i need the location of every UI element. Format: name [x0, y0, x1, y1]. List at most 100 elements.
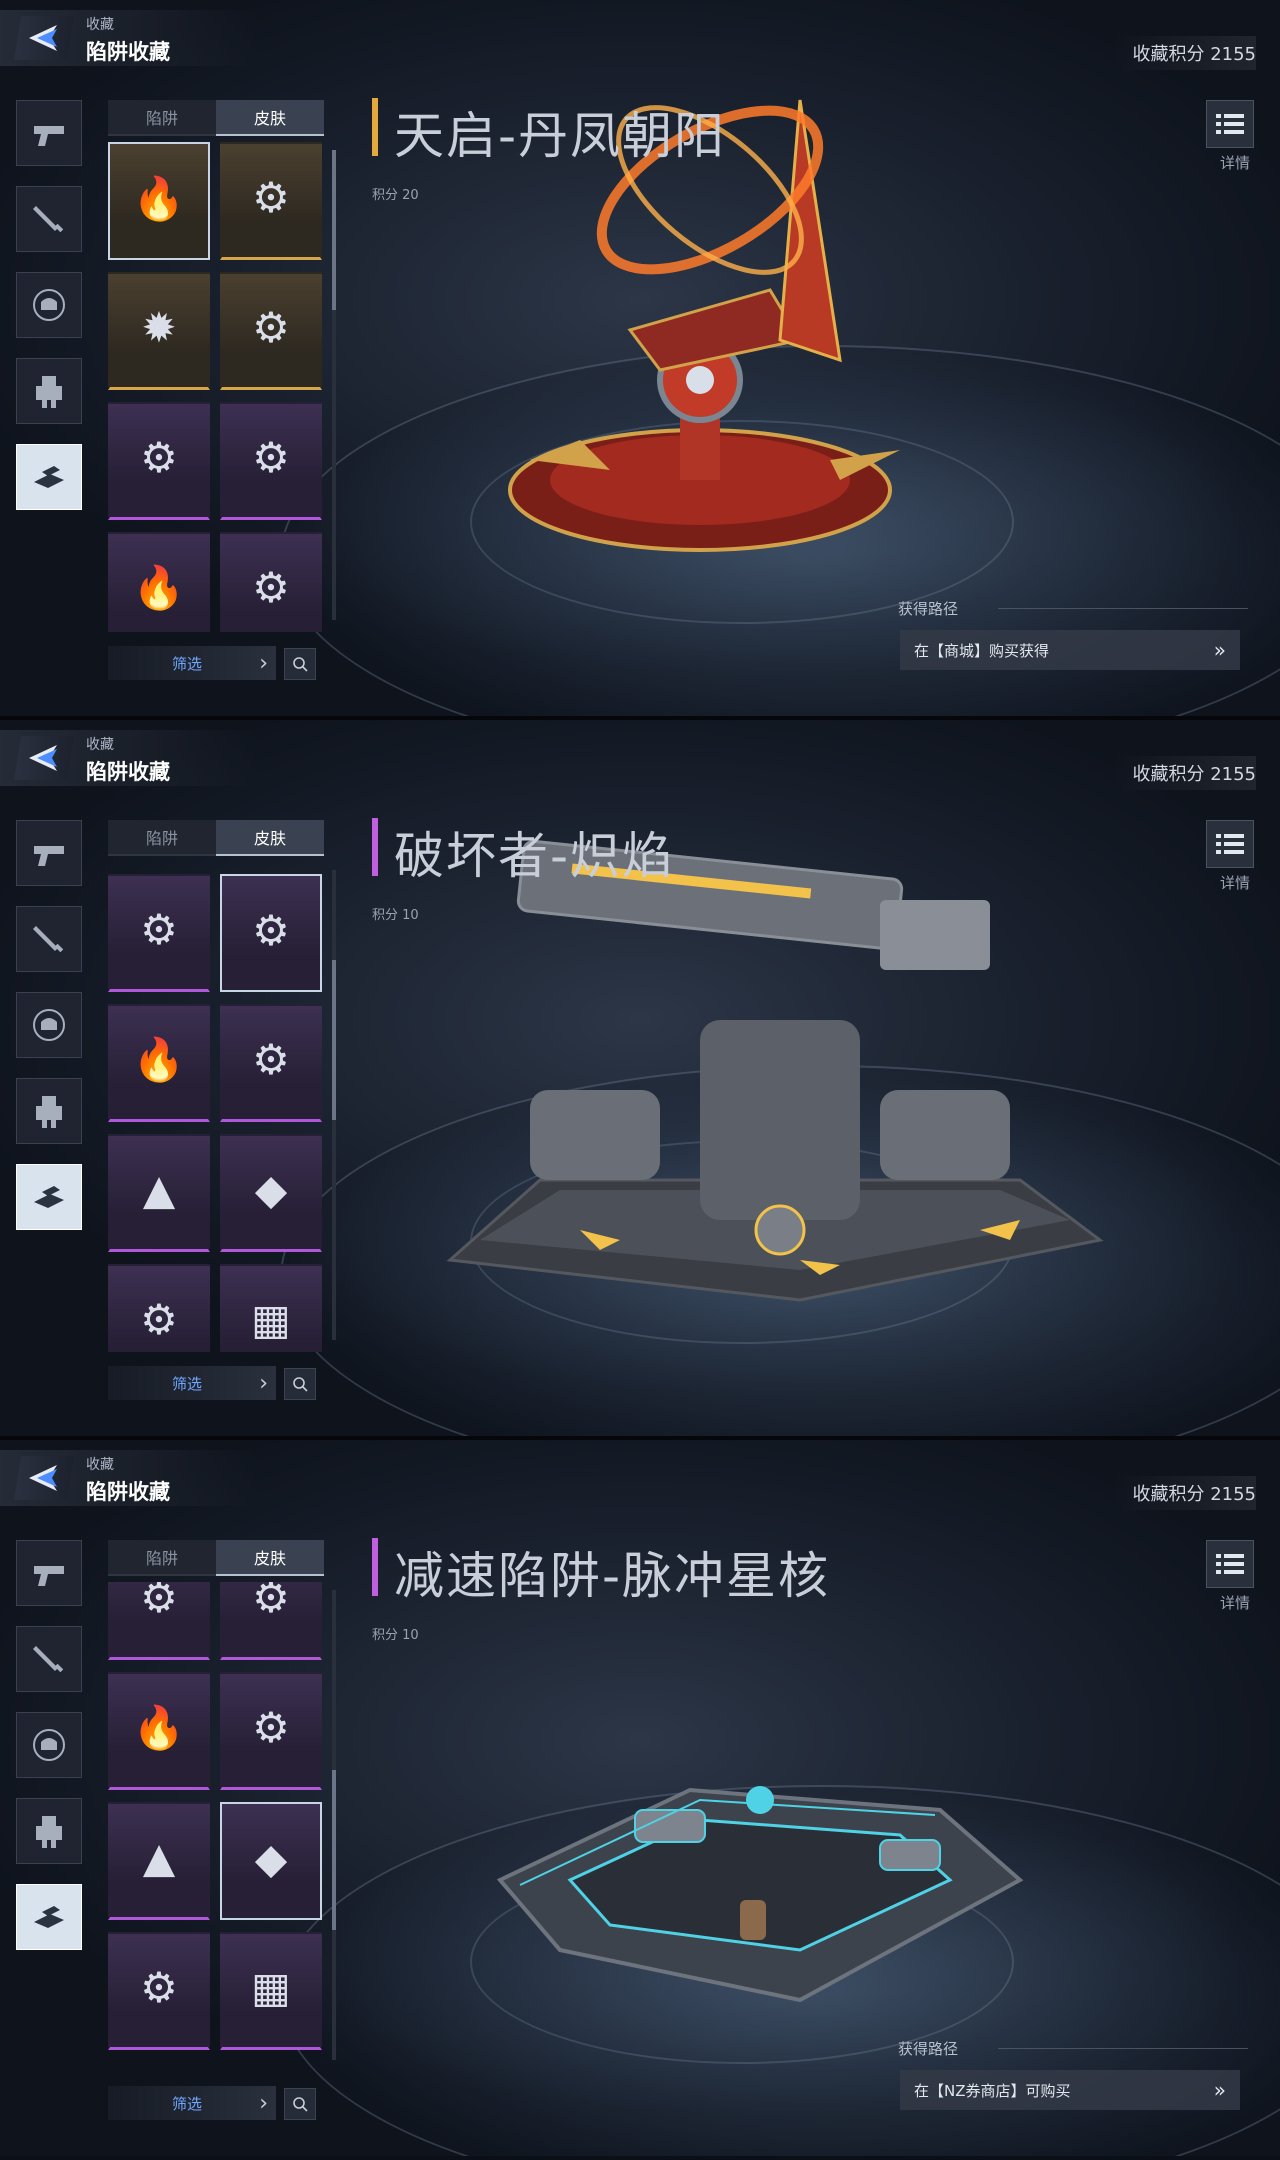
tab-skins[interactable]: 皮肤 — [216, 1540, 324, 1576]
page-title: 陷阱收藏 — [86, 40, 170, 64]
mech-icon — [36, 1816, 62, 1848]
tab-skins[interactable]: 皮肤 — [216, 820, 324, 856]
skin-card[interactable]: ✹ — [108, 272, 210, 390]
back-button[interactable] — [14, 1456, 74, 1500]
collection-panel-3: 收藏 陷阱收藏 收藏积分 2155 陷阱 皮肤 ⚙ ⚙ 🔥 ⚙ ▲ ◆ ⚙ ▦ … — [0, 1440, 1280, 2156]
skin-card[interactable]: ⚙ — [220, 402, 322, 520]
nav-item-trap[interactable] — [16, 444, 82, 510]
grid-scrollbar[interactable] — [332, 150, 336, 620]
skin-card[interactable]: 🔥 — [108, 1004, 210, 1122]
skin-card[interactable]: ⚙ — [220, 272, 322, 390]
skin-card[interactable]: 🔥 — [108, 532, 210, 632]
nav-item-character[interactable] — [16, 272, 82, 338]
acquisition-text: 在【NZ券商店】可购买 — [914, 2081, 1071, 2100]
skin-card[interactable]: ⚙ — [108, 1932, 210, 2050]
destroyer-turret-icon: ⚙ — [252, 905, 290, 955]
skin-card[interactable]: ▦ — [220, 1264, 322, 1352]
nav-item-trap[interactable] — [16, 1164, 82, 1230]
list-icon — [1216, 1554, 1244, 1574]
category-nav — [16, 1540, 84, 1970]
skin-card[interactable]: 🔥 — [108, 142, 210, 260]
filter-button[interactable]: 筛选 › — [108, 1366, 276, 1400]
skin-card[interactable]: 🔥 — [108, 1672, 210, 1790]
nav-item-mech[interactable] — [16, 1078, 82, 1144]
collection-points-total: 收藏积分 2155 — [1112, 756, 1256, 790]
claw-turret-icon: ⚙ — [252, 1703, 290, 1753]
back-arrow-icon — [29, 1465, 57, 1491]
detail-button[interactable] — [1206, 1540, 1254, 1588]
claw-turret-icon: ⚙ — [252, 1035, 290, 1085]
nav-item-mech[interactable] — [16, 1798, 82, 1864]
nav-item-character[interactable] — [16, 1712, 82, 1778]
item-points: 积分 10 — [372, 1628, 419, 1643]
nav-item-knife[interactable] — [16, 186, 82, 252]
nav-item-knife[interactable] — [16, 1626, 82, 1692]
category-nav — [16, 820, 84, 1250]
collection-tabs: 陷阱 皮肤 — [108, 100, 324, 136]
trap-icon — [34, 1186, 64, 1208]
acquisition-route[interactable]: 在【NZ券商店】可购买 » — [900, 2070, 1240, 2110]
tab-traps[interactable]: 陷阱 — [108, 100, 216, 136]
skin-card[interactable]: ⚙ — [220, 1582, 322, 1660]
search-button[interactable] — [284, 1368, 316, 1400]
acquisition-route[interactable]: 在【商城】购买获得 » — [900, 630, 1240, 670]
skin-card[interactable]: ⚙ — [108, 1264, 210, 1352]
gatling-turret-icon: ⚙ — [140, 1582, 178, 1623]
tab-skins[interactable]: 皮肤 — [216, 100, 324, 136]
character-icon — [33, 289, 65, 321]
scroll-thumb[interactable] — [332, 960, 336, 1120]
chevron-right-icon: › — [259, 2090, 268, 2116]
page-title: 陷阱收藏 — [86, 1480, 170, 1504]
back-button[interactable] — [14, 736, 74, 780]
nav-item-pistol[interactable] — [16, 100, 82, 166]
scroll-thumb[interactable] — [332, 150, 336, 310]
detail-label: 详情 — [1219, 1594, 1250, 1612]
nav-item-trap[interactable] — [16, 1884, 82, 1950]
detail-button[interactable] — [1206, 820, 1254, 868]
nav-item-mech[interactable] — [16, 358, 82, 424]
skin-card[interactable]: ⚙ — [108, 1582, 210, 1660]
nav-item-knife[interactable] — [16, 906, 82, 972]
tab-traps[interactable]: 陷阱 — [108, 820, 216, 856]
grid-scrollbar[interactable] — [332, 1590, 336, 2060]
tab-traps[interactable]: 陷阱 — [108, 1540, 216, 1576]
item-name: 破坏者-炽焰 — [394, 827, 675, 885]
skin-card[interactable]: ⚙ — [220, 532, 322, 632]
cannon-turret-icon: ⚙ — [252, 303, 290, 353]
search-button[interactable] — [284, 648, 316, 680]
pistol-icon — [34, 846, 64, 866]
gatling-turret-icon: ⚙ — [140, 433, 178, 483]
filter-button[interactable]: 筛选 › — [108, 646, 276, 680]
nav-item-character[interactable] — [16, 992, 82, 1058]
divider — [998, 2048, 1248, 2049]
skin-card[interactable]: ◆ — [220, 1134, 322, 1252]
grid-scrollbar[interactable] — [332, 870, 336, 1340]
skin-card[interactable]: ▲ — [108, 1134, 210, 1252]
skin-card[interactable]: ▦ — [220, 1932, 322, 2050]
scroll-thumb[interactable] — [332, 1770, 336, 1930]
page-title: 陷阱收藏 — [86, 760, 170, 784]
skin-card[interactable]: ◆ — [220, 1802, 322, 1920]
slow-trap-icon: ◆ — [254, 1165, 288, 1215]
search-icon — [293, 1377, 308, 1392]
skin-card[interactable]: ⚙ — [220, 142, 322, 260]
skin-card[interactable]: ⚙ — [108, 874, 210, 992]
skin-card[interactable]: ⚙ — [220, 874, 322, 992]
nav-item-pistol[interactable] — [16, 820, 82, 886]
skin-card[interactable]: ⚙ — [220, 1004, 322, 1122]
list-icon — [1216, 114, 1244, 134]
back-arrow-icon — [29, 25, 57, 51]
detail-button[interactable] — [1206, 100, 1254, 148]
skin-card[interactable]: ⚙ — [108, 402, 210, 520]
filter-label: 筛选 — [172, 1374, 203, 1393]
back-button[interactable] — [14, 16, 74, 60]
nav-item-pistol[interactable] — [16, 1540, 82, 1606]
mech-icon — [36, 1096, 62, 1128]
search-button[interactable] — [284, 2088, 316, 2120]
breadcrumb-parent: 收藏 — [86, 1457, 114, 1473]
filter-button[interactable]: 筛选 › — [108, 2086, 276, 2120]
skin-card[interactable]: ▲ — [108, 1802, 210, 1920]
item-name: 减速陷阱-脉冲星核 — [394, 1547, 831, 1605]
divider — [998, 608, 1248, 609]
skin-card[interactable]: ⚙ — [220, 1672, 322, 1790]
